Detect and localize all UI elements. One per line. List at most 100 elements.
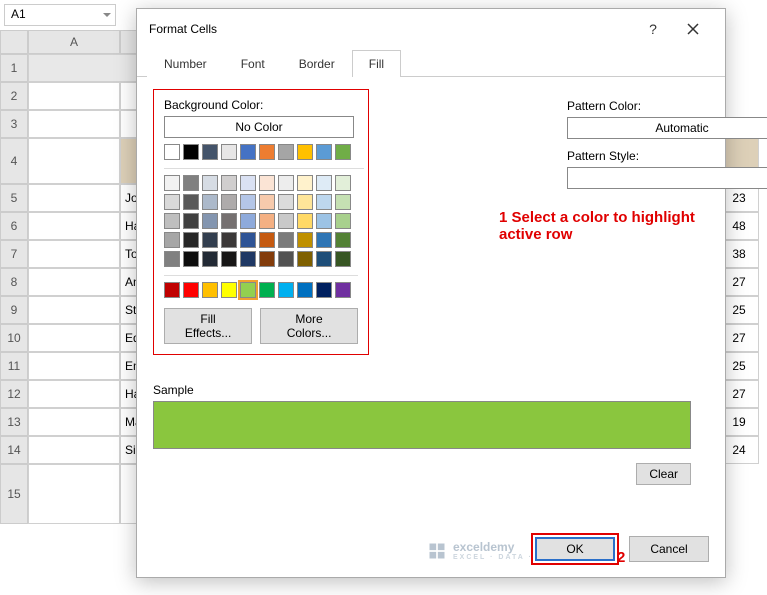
color-swatch[interactable] [259,213,275,229]
tab-fill[interactable]: Fill [352,50,401,77]
cell[interactable] [28,464,120,524]
row-header[interactable]: 4 [0,138,28,184]
color-swatch[interactable] [183,144,199,160]
color-swatch[interactable] [316,175,332,191]
color-swatch[interactable] [297,175,313,191]
cell[interactable] [28,240,120,268]
cell[interactable] [28,352,120,380]
color-swatch[interactable] [297,144,313,160]
color-swatch[interactable] [164,175,180,191]
row-header[interactable]: 1 [0,54,28,82]
cell[interactable] [28,110,120,138]
color-swatch[interactable] [183,251,199,267]
cell[interactable] [28,324,120,352]
color-swatch[interactable] [335,251,351,267]
color-swatch[interactable] [202,194,218,210]
color-swatch[interactable] [259,144,275,160]
color-swatch[interactable] [202,282,218,298]
cell[interactable] [28,138,120,184]
color-swatch[interactable] [240,232,256,248]
row-header[interactable]: 9 [0,296,28,324]
color-swatch[interactable] [202,144,218,160]
color-swatch[interactable] [316,144,332,160]
color-swatch[interactable] [202,175,218,191]
cell[interactable] [28,82,120,110]
color-swatch[interactable] [240,144,256,160]
cell[interactable] [28,436,120,464]
color-swatch[interactable] [316,251,332,267]
color-swatch[interactable] [164,194,180,210]
close-button[interactable] [673,9,713,49]
color-swatch[interactable] [335,213,351,229]
tab-font[interactable]: Font [224,50,282,77]
row-header[interactable]: 6 [0,212,28,240]
color-swatch[interactable] [221,251,237,267]
row-header[interactable]: 3 [0,110,28,138]
color-swatch[interactable] [297,194,313,210]
cell[interactable] [28,380,120,408]
color-swatch[interactable] [164,213,180,229]
color-swatch[interactable] [221,144,237,160]
cell[interactable] [28,408,120,436]
cancel-button[interactable]: Cancel [629,536,709,562]
color-swatch[interactable] [297,251,313,267]
color-swatch[interactable] [221,282,237,298]
color-swatch[interactable] [164,251,180,267]
color-swatch[interactable] [316,213,332,229]
row-header[interactable]: 12 [0,380,28,408]
cell[interactable] [28,296,120,324]
color-swatch[interactable] [278,175,294,191]
row-header[interactable]: 8 [0,268,28,296]
color-swatch[interactable] [259,194,275,210]
color-swatch[interactable] [278,282,294,298]
color-swatch[interactable] [278,213,294,229]
fill-effects-button[interactable]: Fill Effects... [164,308,252,344]
row-header[interactable]: 5 [0,184,28,212]
color-swatch[interactable] [183,194,199,210]
row-header[interactable]: 10 [0,324,28,352]
color-swatch[interactable] [240,194,256,210]
color-swatch[interactable] [335,282,351,298]
color-swatch[interactable] [335,232,351,248]
pattern-style-combo[interactable] [567,167,767,189]
row-header[interactable]: 11 [0,352,28,380]
cell[interactable] [28,268,120,296]
help-button[interactable]: ? [633,9,673,49]
color-swatch[interactable] [221,232,237,248]
row-header[interactable]: 15 [0,464,28,524]
color-swatch[interactable] [259,175,275,191]
color-swatch[interactable] [221,194,237,210]
color-swatch[interactable] [259,282,275,298]
color-swatch[interactable] [278,251,294,267]
color-swatch[interactable] [164,282,180,298]
ok-button[interactable]: OK [535,537,615,561]
row-header[interactable]: 14 [0,436,28,464]
color-swatch[interactable] [335,194,351,210]
clear-button[interactable]: Clear [636,463,691,485]
color-swatch[interactable] [202,232,218,248]
color-swatch[interactable] [335,144,351,160]
color-swatch[interactable] [202,213,218,229]
color-swatch[interactable] [164,232,180,248]
cell[interactable] [28,184,120,212]
color-swatch[interactable] [259,251,275,267]
color-swatch[interactable] [259,232,275,248]
color-swatch[interactable] [183,232,199,248]
color-swatch[interactable] [297,213,313,229]
color-swatch[interactable] [183,213,199,229]
color-swatch[interactable] [240,282,256,298]
tab-number[interactable]: Number [147,50,224,77]
color-swatch[interactable] [183,175,199,191]
row-header[interactable]: 13 [0,408,28,436]
color-swatch[interactable] [316,282,332,298]
col-header-a[interactable]: A [28,30,120,54]
row-header[interactable]: 2 [0,82,28,110]
color-swatch[interactable] [221,175,237,191]
name-box[interactable]: A1 [4,4,116,26]
cell[interactable] [28,212,120,240]
color-swatch[interactable] [164,144,180,160]
select-all-corner[interactable] [0,30,28,54]
color-swatch[interactable] [202,251,218,267]
color-swatch[interactable] [278,194,294,210]
pattern-color-combo[interactable]: Automatic [567,117,767,139]
